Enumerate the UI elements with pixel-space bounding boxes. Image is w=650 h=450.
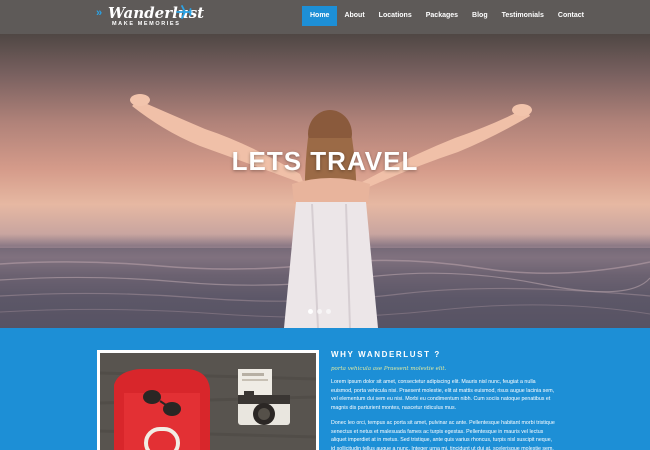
- slider-dot-1[interactable]: [308, 309, 313, 314]
- slider-dots: [308, 309, 331, 314]
- logo-tagline: MAKE MEMORIES: [112, 21, 181, 27]
- about-section: WHY WANDERLUST ? porta vehicula ase Prae…: [0, 328, 650, 450]
- chevrons-icon: »: [96, 7, 102, 19]
- slider-dot-2[interactable]: [317, 309, 322, 314]
- main-nav: Home About Locations Packages Blog Testi…: [302, 6, 591, 26]
- nav-packages[interactable]: Packages: [419, 6, 465, 26]
- travel-gear-image: [100, 353, 316, 450]
- about-paragraph-1: Lorem ipsum dolor sit amet, consectetur …: [331, 379, 555, 412]
- about-subtitle: porta vehicula ase Praesent molestie eli…: [331, 366, 447, 372]
- nav-contact[interactable]: Contact: [551, 6, 591, 26]
- nav-home[interactable]: Home: [302, 6, 338, 26]
- airplane-icon: [176, 5, 192, 19]
- site-header: » Wanderlust MAKE MEMORIES Home About Lo…: [0, 0, 650, 34]
- site-logo[interactable]: » Wanderlust MAKE MEMORIES: [96, 3, 204, 31]
- hero-slider: LETS TRAVEL: [0, 34, 650, 328]
- nav-testimonials[interactable]: Testimonials: [495, 6, 551, 26]
- slider-dot-3[interactable]: [326, 309, 331, 314]
- about-title: WHY WANDERLUST ?: [331, 350, 441, 359]
- hero-image: [0, 94, 650, 328]
- about-text: WHY WANDERLUST ? porta vehicula ase Prae…: [331, 350, 556, 450]
- hero-title: LETS TRAVEL: [231, 146, 419, 176]
- about-photo: [97, 350, 319, 450]
- nav-about[interactable]: About: [337, 6, 371, 26]
- about-paragraph-2: Donec leo orci, tempus ac porta sit amet…: [331, 419, 555, 450]
- nav-locations[interactable]: Locations: [372, 6, 419, 26]
- nav-blog[interactable]: Blog: [465, 6, 495, 26]
